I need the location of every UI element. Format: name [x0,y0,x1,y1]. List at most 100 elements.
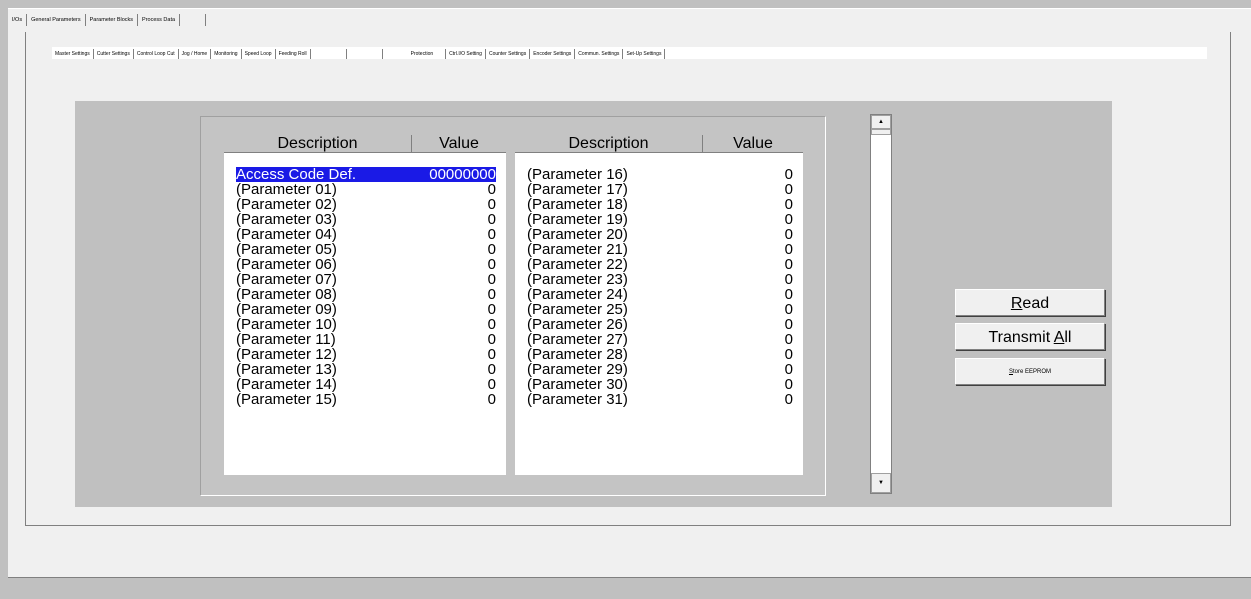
row-value: 0 [784,346,793,363]
inner-tab-6[interactable]: Feeding Roll [276,48,311,59]
right-column-list[interactable]: (Parameter 16) 0 (Parameter 17) 0 (Parameter… [515,153,803,475]
table-row[interactable]: (Parameter 30) 0 [515,377,803,392]
outer-tab-bar: I/Os General Parameters Parameter Blocks Pr… [8,8,1251,26]
table-row[interactable]: (Parameter 05) 0 [224,242,506,257]
table-row[interactable]: (Parameter 27) 0 [515,332,803,347]
left-column-list[interactable]: Access Code Def. 00000000 (Parameter 01) 0(… [224,153,506,475]
table-row[interactable]: (Parameter 23) 0 [515,272,803,287]
table-row[interactable]: (Parameter 17) 0 [515,182,803,197]
row-description: (Parameter 11) [236,331,336,348]
row-value: 00000000 [382,167,496,182]
left-value-header[interactable]: Value [412,135,506,152]
table-row[interactable]: Access Code Def. 00000000 [224,167,506,182]
table-row[interactable]: (Parameter 14) 0 [224,377,506,392]
row-value: 0 [487,331,496,348]
table-row[interactable]: (Parameter 06) 0 [224,257,506,272]
arrow-up-icon[interactable]: ▲ [871,115,891,129]
table-row[interactable]: (Parameter 12) 0 [224,347,506,362]
inner-tab-10[interactable]: Ctrl.I/O Setting [446,48,486,59]
row-value: 0 [487,316,496,333]
table-row[interactable]: (Parameter 22) 0 [515,257,803,272]
outer-tab-1[interactable]: General Parameters [27,14,86,26]
row-value: 0 [487,226,496,243]
store-eeprom-button[interactable]: Store EEPROM [955,358,1105,385]
row-description: (Parameter 07) [236,271,337,288]
row-value: 0 [487,286,496,303]
row-value: 0 [784,391,793,408]
inner-tab-3[interactable]: Jog / Home [179,48,212,59]
outer-tab-0[interactable]: I/Os [8,14,28,26]
row-value: 0 [487,211,496,228]
inner-tab-14[interactable]: Set-Up Settings [623,48,666,59]
row-description: (Parameter 19) [527,211,628,228]
table-row[interactable]: (Parameter 26) 0 [515,317,803,332]
table-row[interactable]: (Parameter 15) 0 [224,392,506,407]
outer-tab-4[interactable] [180,14,207,26]
row-description: (Parameter 09) [236,301,337,318]
row-description: (Parameter 28) [527,346,628,363]
table-row[interactable]: (Parameter 21) 0 [515,242,803,257]
row-description: (Parameter 14) [236,376,337,393]
scrollbar-thumb[interactable] [871,129,891,135]
table-row[interactable]: (Parameter 28) 0 [515,347,803,362]
table-row[interactable]: (Parameter 09) 0 [224,302,506,317]
inner-tab-0[interactable]: Master Settings [52,48,94,59]
table-row[interactable]: (Parameter 01) 0 [224,182,506,197]
table-row[interactable]: (Parameter 19) 0 [515,212,803,227]
table-row[interactable]: (Parameter 10) 0 [224,317,506,332]
table-row[interactable]: (Parameter 11) 0 [224,332,506,347]
table-row[interactable]: (Parameter 13) 0 [224,362,506,377]
row-description: (Parameter 27) [527,331,628,348]
row-description: (Parameter 06) [236,256,337,273]
right-value-header[interactable]: Value [703,135,803,152]
inner-tab-12[interactable]: Encoder Settings [530,48,576,59]
row-value: 0 [784,271,793,288]
row-value: 0 [487,346,496,363]
right-description-header[interactable]: Description [515,135,703,152]
arrow-down-icon[interactable]: ▼ [871,473,891,493]
row-description: (Parameter 25) [527,301,628,318]
table-row[interactable]: (Parameter 25) 0 [515,302,803,317]
inner-tab-2[interactable]: Control Loop Cut [134,48,179,59]
table-row[interactable]: (Parameter 03) 0 [224,212,506,227]
row-value: 0 [487,256,496,273]
row-description: (Parameter 01) [236,181,337,198]
left-description-header[interactable]: Description [224,135,412,152]
table-row[interactable]: (Parameter 02) 0 [224,197,506,212]
inner-tab-1[interactable]: Cutter Settings [94,48,134,59]
outer-tab-2[interactable]: Parameter Blocks [86,14,139,26]
table-row[interactable]: (Parameter 07) 0 [224,272,506,287]
row-value: 0 [784,211,793,228]
outer-tab-3[interactable]: Process Data [138,14,181,26]
table-row[interactable]: (Parameter 16) 0 [515,167,803,182]
table-row[interactable]: (Parameter 31) 0 [515,392,803,407]
row-value: 0 [784,226,793,243]
inner-tab-13[interactable]: Commun. Settings [575,48,624,59]
inner-tab-7[interactable] [311,48,347,59]
inner-tab-5[interactable]: Speed Loop [242,48,276,59]
table-row[interactable]: (Parameter 24) 0 [515,287,803,302]
inner-tab-8[interactable] [347,48,383,59]
table-row[interactable]: (Parameter 20) 0 [515,227,803,242]
transmit-all-button[interactable]: Transmit All [955,323,1105,350]
row-value: 0 [784,181,793,198]
table-row[interactable]: (Parameter 04) 0 [224,227,506,242]
read-button[interactable]: Read [955,289,1105,316]
vertical-scrollbar[interactable]: ▲ ▼ [870,114,892,494]
inner-tab-9[interactable]: Protection [383,48,447,59]
read-label: ead [1022,295,1050,312]
table-row[interactable]: (Parameter 18) 0 [515,197,803,212]
row-description: (Parameter 22) [527,256,628,273]
transmit-label: ll [1064,329,1072,346]
transmit-prefix: Transmit [988,329,1054,346]
inner-tab-11[interactable]: Counter Settings [486,48,531,59]
row-description: (Parameter 31) [527,391,628,408]
table-row[interactable]: (Parameter 29) 0 [515,362,803,377]
row-value: 0 [784,241,793,258]
inner-tab-4[interactable]: Monitoring [211,48,242,59]
read-mnemonic: R [1010,295,1023,312]
row-value: 0 [487,271,496,288]
row-description: (Parameter 10) [236,316,337,333]
table-row[interactable]: (Parameter 08) 0 [224,287,506,302]
right-column-header: Description Value [515,135,803,153]
